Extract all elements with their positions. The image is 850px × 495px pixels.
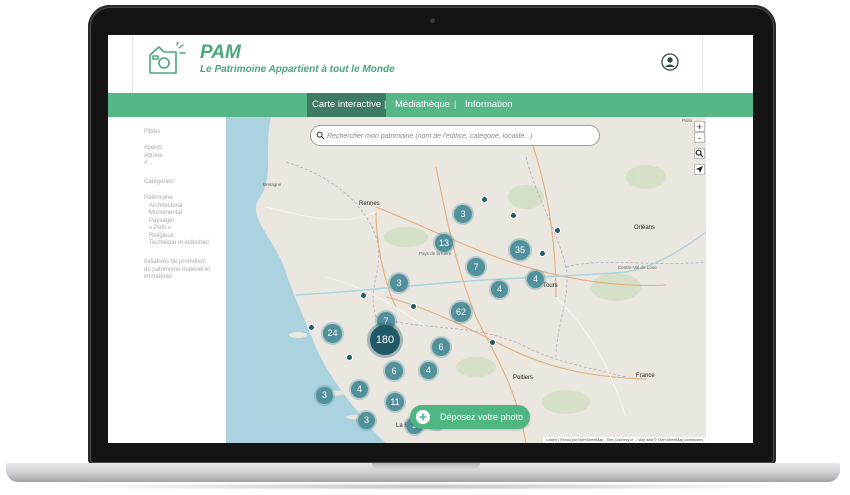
site-header: PAM Le Patrimoine Appartient à tout le M…	[108, 35, 753, 93]
map-label-pays-de-la-loire: Pays de la Loire	[419, 251, 452, 256]
map-basemap	[226, 117, 706, 443]
map-cluster[interactable]: 62	[451, 302, 471, 322]
main-nav: Carte interactive | Médiathèque | Inform…	[108, 93, 753, 117]
nav-separator: |	[454, 99, 457, 110]
map-marker[interactable]	[346, 354, 353, 361]
map-cluster[interactable]: 6	[385, 362, 403, 380]
heritage-type[interactable]: Architectural	[149, 203, 182, 211]
map-cluster[interactable]: 3	[358, 412, 375, 429]
map-cluster[interactable]: 4	[351, 381, 368, 398]
camera-house-icon[interactable]	[146, 42, 186, 76]
map-marker[interactable]	[489, 339, 496, 346]
heritage-type[interactable]: Paysager	[149, 218, 174, 226]
heritage-type[interactable]: Monumental	[149, 210, 182, 218]
map-cluster[interactable]: 4	[527, 271, 544, 288]
map-cluster-large[interactable]: 180	[370, 325, 400, 355]
initiatives-filter[interactable]: Initiatives de promotion	[144, 259, 206, 267]
map-cluster[interactable]: 4	[491, 281, 508, 298]
map-label-orleans: Orléans	[634, 225, 656, 231]
map-label-bretagne: Bretagne	[263, 182, 282, 187]
header-left-rule	[132, 35, 133, 93]
map-cluster[interactable]: 35	[510, 240, 530, 260]
map-attribution[interactable]: Leaflet | Rendu par OpenStreetMap - Tile…	[543, 437, 706, 443]
heritage-type[interactable]: Religieux	[149, 233, 174, 241]
map-search-button[interactable]	[694, 148, 705, 159]
nav-separator: |	[384, 99, 387, 110]
screen: PAM Le Patrimoine Appartient à tout le M…	[108, 35, 753, 443]
heritage-type[interactable]: Technique et industriel	[149, 240, 209, 248]
site-title[interactable]: PAM	[200, 43, 241, 63]
map-label-poitiers: Poitiers	[513, 375, 534, 381]
map-cluster[interactable]: 11	[386, 393, 404, 411]
filter-sidebar: Filtres #ponts #drone #... Catégories Pa…	[132, 117, 227, 443]
zoom-in-button[interactable]: +	[694, 121, 705, 132]
header-right-rule	[702, 35, 703, 93]
map-label-centre-val-de-loire: Centre-Val de Loire	[618, 265, 657, 270]
filters-heading: Filtres	[144, 129, 161, 135]
hashtag-filter[interactable]: #ponts	[144, 145, 162, 153]
tab-carte-interactive[interactable]: Carte interactive	[307, 93, 387, 117]
locate-arrow-icon	[696, 166, 703, 173]
map-marker[interactable]	[554, 227, 561, 234]
map-cluster[interactable]: 3	[316, 387, 333, 404]
tab-information[interactable]: Information	[465, 93, 513, 117]
upload-photo-label: Déposez votre photo	[440, 412, 524, 422]
hashtag-filter[interactable]: #drone	[144, 153, 163, 161]
magnifier-icon	[316, 131, 325, 140]
hashtag-filter[interactable]: #...	[144, 160, 152, 168]
heritage-type[interactable]: « Petit »	[149, 225, 171, 233]
locate-button[interactable]	[694, 164, 705, 175]
upload-photo-button[interactable]: Déposez votre photo	[410, 405, 530, 429]
map-marker[interactable]	[360, 292, 367, 299]
initiatives-filter[interactable]: du patrimoine matériel et	[144, 267, 210, 275]
interactive-map[interactable]: Paris Bretagne Rennes Pays de la Loire O…	[226, 117, 706, 443]
laptop-shadow	[40, 483, 810, 490]
heritage-heading[interactable]: Patrimoine	[144, 195, 173, 203]
map-cluster[interactable]: 3	[390, 274, 408, 292]
map-label-paris: Paris	[682, 118, 693, 123]
map-label-tours: Tours	[543, 283, 558, 289]
map-marker[interactable]	[308, 324, 315, 331]
map-marker[interactable]	[539, 250, 546, 257]
user-circle-icon[interactable]	[661, 53, 679, 71]
map-cluster[interactable]: 3	[454, 205, 472, 223]
search-bar[interactable]	[310, 125, 600, 146]
map-marker[interactable]	[410, 303, 417, 310]
webcam-dot	[430, 18, 435, 23]
magnifier-icon	[695, 149, 704, 158]
initiatives-filter[interactable]: immatériel	[144, 274, 172, 282]
site-tagline: Le Patrimoine Appartient à tout le Monde	[200, 64, 395, 75]
map-label-rennes: Rennes	[359, 201, 380, 207]
plus-circle-icon	[416, 410, 430, 424]
map-label-france: France	[636, 373, 655, 379]
map-marker[interactable]	[481, 196, 488, 203]
map-cluster[interactable]: 6	[432, 338, 450, 356]
categories-heading: Catégories	[144, 179, 174, 185]
map-cluster[interactable]: 4	[420, 362, 437, 379]
tab-mediatheque[interactable]: Médiathèque	[395, 93, 450, 117]
zoom-out-button[interactable]: -	[694, 132, 705, 143]
map-cluster[interactable]: 24	[323, 324, 342, 343]
map-cluster[interactable]: 13	[435, 234, 453, 252]
map-cluster[interactable]: 7	[467, 258, 485, 276]
map-marker[interactable]	[510, 212, 517, 219]
right-margin	[706, 117, 753, 443]
laptop-base-notch	[372, 463, 480, 469]
search-input[interactable]	[325, 129, 597, 144]
